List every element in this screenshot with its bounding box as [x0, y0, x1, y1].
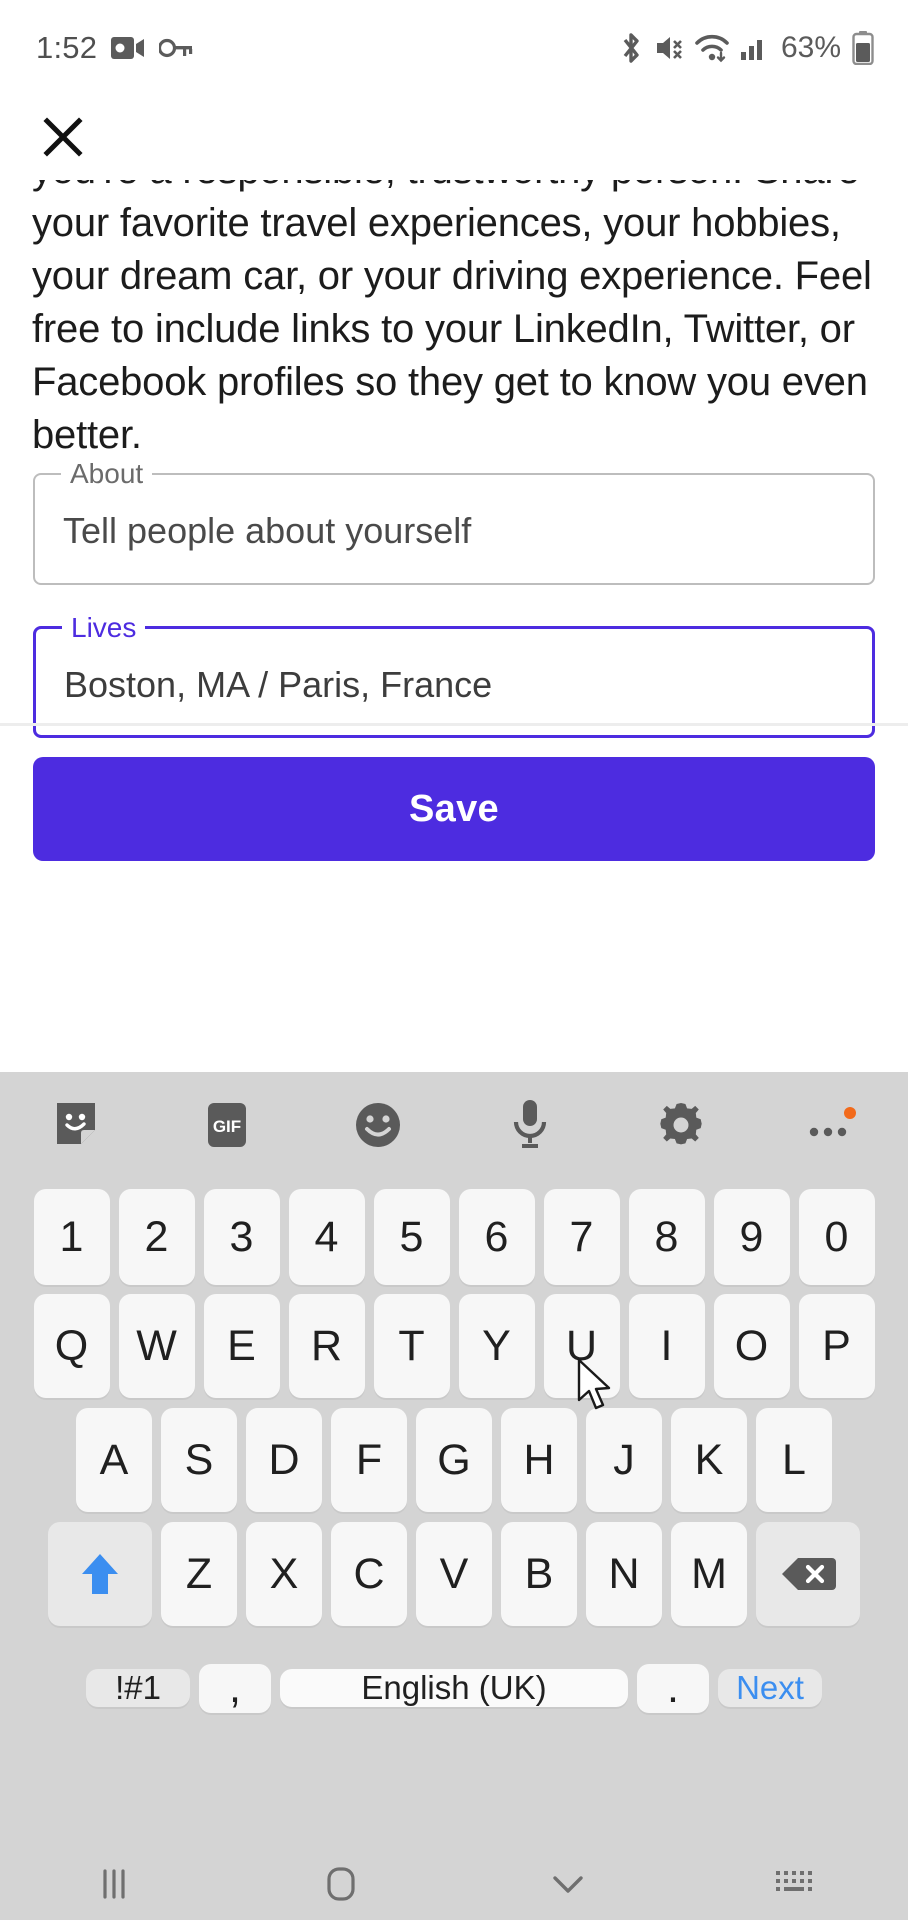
- virtual-keyboard[interactable]: G I F 1 2 3 4 5 6 7 8 9 0 Q W E R T Y U I …: [0, 1072, 908, 1848]
- key-h[interactable]: H: [501, 1408, 577, 1512]
- recents-button[interactable]: [0, 1848, 227, 1920]
- recents-icon: [93, 1863, 135, 1905]
- battery-percent: 63%: [780, 31, 841, 64]
- key-r[interactable]: R: [288, 1294, 365, 1398]
- key-8[interactable]: 8: [628, 1189, 705, 1285]
- key-backspace[interactable]: [756, 1522, 860, 1626]
- home-button[interactable]: [227, 1848, 454, 1920]
- sticker-button[interactable]: [0, 1072, 151, 1178]
- video-recording-icon: [111, 34, 145, 62]
- key-o[interactable]: O: [713, 1294, 790, 1398]
- emoji-button[interactable]: [303, 1072, 454, 1178]
- gif-icon: GIF: [204, 1100, 250, 1150]
- key-5[interactable]: 5: [373, 1189, 450, 1285]
- key-7[interactable]: 7: [543, 1189, 620, 1285]
- status-bar-clock: 1:52: [36, 30, 98, 65]
- keyboard-toolbar: GIF: [0, 1072, 908, 1178]
- keyboard-settings-button[interactable]: [605, 1072, 756, 1178]
- help-paragraph: you're a responsible, trustworthy person…: [32, 180, 872, 457]
- key-y[interactable]: Y: [458, 1294, 535, 1398]
- close-button[interactable]: [30, 104, 96, 170]
- home-icon: [319, 1862, 363, 1906]
- close-icon: [41, 115, 85, 159]
- backspace-icon: [780, 1554, 836, 1594]
- key-l[interactable]: L: [756, 1408, 832, 1512]
- mute-icon: [654, 32, 684, 64]
- keyboard-switch-button[interactable]: [681, 1848, 908, 1920]
- key-m[interactable]: M: [671, 1522, 747, 1626]
- gif-button[interactable]: GIF: [151, 1072, 302, 1178]
- screen: 1:52 63% your favorite travel experience…: [0, 0, 908, 1920]
- key-g[interactable]: G: [416, 1408, 492, 1512]
- key-c[interactable]: C: [331, 1522, 407, 1626]
- key-x[interactable]: X: [246, 1522, 322, 1626]
- key-q[interactable]: Q: [33, 1294, 110, 1398]
- key-a[interactable]: A: [76, 1408, 152, 1512]
- keyboard-settings-icon: [655, 1099, 707, 1151]
- shift-arrow-icon: [78, 1550, 122, 1598]
- key-comma[interactable]: ,: [199, 1663, 271, 1713]
- key-next[interactable]: Next: [718, 1669, 822, 1707]
- bluetooth-icon: [619, 31, 643, 65]
- battery-icon: [852, 31, 874, 66]
- keyboard-row-numbers: 1 2 3 4 5 6 7 8 9 0: [0, 1189, 908, 1285]
- keyboard-row-bottom: Z X C V B N M: [0, 1522, 908, 1626]
- key-j[interactable]: J: [586, 1408, 662, 1512]
- lives-field-label: Lives: [62, 612, 146, 644]
- about-field[interactable]: About Tell people about yourself: [33, 458, 875, 585]
- section-divider: [0, 723, 908, 726]
- key-u[interactable]: U: [543, 1294, 620, 1398]
- keyboard-row-top: Q W E R T Y U I O P: [0, 1294, 908, 1398]
- sticker-icon: [51, 1100, 101, 1150]
- status-bar-right: 63%: [619, 31, 874, 66]
- key-9[interactable]: 9: [713, 1189, 790, 1285]
- key-w[interactable]: W: [118, 1294, 195, 1398]
- header-bar: [0, 96, 908, 180]
- lives-field[interactable]: Lives Boston, MA / Paris, France: [33, 612, 875, 738]
- emoji-icon: [352, 1099, 404, 1151]
- key-i[interactable]: I: [628, 1294, 705, 1398]
- system-navigation-bar: [0, 1848, 908, 1920]
- hide-keyboard-icon: [547, 1867, 589, 1901]
- key-space[interactable]: English (UK): [280, 1669, 628, 1707]
- keyboard-row-space: !#1 , English (UK) . Next: [0, 1636, 908, 1740]
- about-field-placeholder: Tell people about yourself: [63, 510, 472, 551]
- key-z[interactable]: Z: [161, 1522, 237, 1626]
- key-k[interactable]: K: [671, 1408, 747, 1512]
- about-field-label: About: [61, 458, 153, 490]
- key-f[interactable]: F: [331, 1408, 407, 1512]
- keyboard-switch-icon: [772, 1867, 818, 1901]
- key-p[interactable]: P: [798, 1294, 875, 1398]
- key-b[interactable]: B: [501, 1522, 577, 1626]
- key-4[interactable]: 4: [288, 1189, 365, 1285]
- key-t[interactable]: T: [373, 1294, 450, 1398]
- key-n[interactable]: N: [586, 1522, 662, 1626]
- microphone-icon: [508, 1097, 552, 1153]
- key-symbols[interactable]: !#1: [86, 1669, 190, 1707]
- key-v[interactable]: V: [416, 1522, 492, 1626]
- keyboard-row-home: A S D F G H J K L: [0, 1408, 908, 1512]
- more-options-icon: [803, 1105, 861, 1145]
- key-period[interactable]: .: [637, 1663, 709, 1713]
- wifi-icon: [695, 33, 729, 63]
- key-shift[interactable]: [48, 1522, 152, 1626]
- key-s[interactable]: S: [161, 1408, 237, 1512]
- voice-input-button[interactable]: [454, 1072, 605, 1178]
- key-d[interactable]: D: [246, 1408, 322, 1512]
- key-0[interactable]: 0: [798, 1189, 875, 1285]
- hide-keyboard-button[interactable]: [454, 1848, 681, 1920]
- cellular-signal-icon: [740, 35, 768, 61]
- more-options-button[interactable]: [757, 1072, 908, 1178]
- key-e[interactable]: E: [203, 1294, 280, 1398]
- save-button[interactable]: Save: [33, 757, 875, 861]
- key-2[interactable]: 2: [118, 1189, 195, 1285]
- save-bar: Save: [0, 745, 908, 880]
- svg-text:GIF: GIF: [213, 1117, 241, 1136]
- status-bar-left: 1:52: [36, 30, 193, 66]
- vpn-key-icon: [158, 37, 193, 59]
- key-6[interactable]: 6: [458, 1189, 535, 1285]
- status-bar: 1:52 63%: [0, 0, 908, 96]
- key-1[interactable]: 1: [33, 1189, 110, 1285]
- key-3[interactable]: 3: [203, 1189, 280, 1285]
